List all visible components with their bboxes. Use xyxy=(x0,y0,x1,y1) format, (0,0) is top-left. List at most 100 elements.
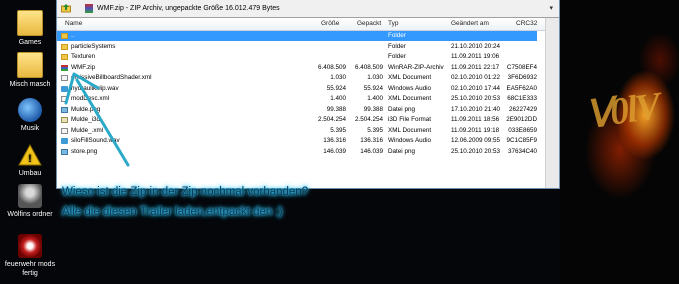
file-type: i3D File Format xyxy=(388,116,432,123)
folder-icon xyxy=(61,43,68,50)
file-name: WMF.zip xyxy=(71,63,96,71)
file-packed: 1.030 xyxy=(367,74,383,81)
file-modified: 17.10.2010 21:40 xyxy=(451,105,501,113)
file-name: siloFillSound.wav xyxy=(71,137,120,144)
file-type: XML Document xyxy=(388,74,432,81)
file-icon xyxy=(61,127,68,134)
file-size: 2.504.254 xyxy=(317,116,346,123)
folder-icon xyxy=(61,33,68,39)
file-modified: 25.10.2010 20:53 xyxy=(451,95,501,102)
file-packed: 146.039 xyxy=(360,147,383,155)
column-packed[interactable]: Gepackt xyxy=(357,18,381,30)
file-crc: 68C1E333 xyxy=(507,95,537,102)
file-size: 136.316 xyxy=(323,137,346,144)
file-name: emissiveBillboardShader.xml xyxy=(71,74,152,81)
file-type: Windows Audio xyxy=(388,84,432,92)
file-name: modDesc.xml xyxy=(71,95,110,102)
file-row[interactable]: siloFillSound.wav 136.316 136.316 Windows A… xyxy=(57,136,537,146)
file-row[interactable]: hydraulikklip.wav 55.924 55.924 Windows Aud… xyxy=(57,84,537,94)
folder-icon xyxy=(61,54,68,60)
file-size: 146.039 xyxy=(323,147,346,155)
file-name: Mulde_.xml xyxy=(71,126,104,134)
file-packed: 1.400 xyxy=(367,95,383,102)
vertical-scrollbar[interactable] xyxy=(545,18,559,188)
file-row[interactable]: Mulde_i3d 2.504.254 2.504.254 i3D File Form… xyxy=(57,115,537,125)
warning-icon: ! xyxy=(18,143,42,167)
desktop-icon-woelfins-ordner[interactable]: Wölfins ordner xyxy=(0,184,60,219)
file-crc: 9C1C85F9 xyxy=(506,137,537,144)
file-type: WinRAR-ZIP-Archiv xyxy=(388,63,444,71)
file-modified: 11.09.2011 19:18 xyxy=(451,126,500,134)
column-size[interactable]: Größe xyxy=(321,18,339,30)
file-row[interactable]: WMF.zip 6.408.509 6.408.509 WinRAR-ZIP-Arch… xyxy=(57,63,537,73)
file-crc: 26227429 xyxy=(508,105,537,113)
file-packed: 6.408.509 xyxy=(354,63,383,71)
desktop-icon-misch-masch[interactable]: Misch masch xyxy=(0,52,60,89)
file-type: XML Document xyxy=(388,95,432,102)
svg-text:!: ! xyxy=(28,153,32,165)
user-folder-icon xyxy=(18,184,42,208)
path-bar: WMF.zip - ZIP Archiv, ungepackte Größe 1… xyxy=(57,0,559,18)
chevron-down-icon[interactable]: ▾ xyxy=(549,0,553,17)
desktop-icon-label: Umbau xyxy=(18,170,42,177)
file-name: particleSystems xyxy=(71,42,116,50)
i3d-icon xyxy=(61,117,68,123)
file-size: 55.924 xyxy=(326,84,346,92)
file-row[interactable]: emissiveBillboardShader.xml 1.030 1.030 XML… xyxy=(57,73,537,83)
folder-icon xyxy=(17,52,43,78)
file-size: 99.388 xyxy=(326,105,346,113)
file-row[interactable]: Texturen Folder 11.09.2011 19:06 xyxy=(57,52,537,62)
png-icon xyxy=(61,148,68,155)
file-type: Datei png xyxy=(388,147,415,155)
desktop-icon-umbau[interactable]: ! Umbau xyxy=(0,143,60,178)
file-modified: 11.09.2011 22:17 xyxy=(451,63,500,71)
column-type[interactable]: Typ xyxy=(388,18,398,30)
desktop-icon-label: feuerwehr mods fertig xyxy=(4,261,56,277)
column-header: Name Größe Gepackt Typ Geändert am CRC32 xyxy=(57,18,559,31)
desktop-icon-musik[interactable]: Musik xyxy=(0,98,60,133)
file-row[interactable]: Mulde_.xml 5.395 5.395 XML Document 11.09.20… xyxy=(57,126,537,136)
file-icon xyxy=(61,96,68,102)
file-modified: 11.09.2011 18:56 xyxy=(451,116,500,123)
file-modified: 02.10.2010 17:44 xyxy=(451,84,501,92)
file-row[interactable]: particleSystems Folder 21.10.2010 20:24 xyxy=(57,42,537,52)
file-name: Mulde_i3d xyxy=(71,116,101,123)
file-type: Folder xyxy=(388,42,406,50)
file-row[interactable]: modDesc.xml 1.400 1.400 XML Document 25.10.2… xyxy=(57,94,537,104)
column-modified[interactable]: Geändert am xyxy=(451,18,489,30)
file-size: 1.030 xyxy=(330,74,346,81)
file-modified: 12.06.2009 09:55 xyxy=(451,137,501,144)
wav-icon xyxy=(61,138,68,144)
desktop-wallpaper xyxy=(560,0,679,284)
desktop-icon-label: Musik xyxy=(20,125,40,132)
file-crc: EA5F62A0 xyxy=(506,84,537,92)
desktop-icon-label: Wölfins ordner xyxy=(7,211,53,218)
file-crc: 37634C40 xyxy=(507,147,537,155)
desktop-icon-feuerwehr-mods[interactable]: feuerwehr mods fertig xyxy=(0,234,60,278)
file-row[interactable]: .. Folder xyxy=(57,31,537,41)
file-type: Datei png xyxy=(388,105,415,113)
desktop-icon-label: Games xyxy=(18,39,42,46)
file-icon xyxy=(61,75,68,81)
caption-line-2: Alle die diesen Trailer laden,entpackt d… xyxy=(62,206,283,218)
globe-music-icon xyxy=(18,98,42,122)
file-packed: 5.395 xyxy=(367,126,383,134)
file-row[interactable]: Mulde.png 99.388 99.388 Datei png 17.10.2010… xyxy=(57,105,537,115)
file-modified: 11.09.2011 19:06 xyxy=(451,53,500,60)
column-name[interactable]: Name xyxy=(65,18,82,30)
file-packed: 99.388 xyxy=(363,105,383,113)
zip-archive-icon xyxy=(85,4,93,13)
archive-path-text: WMF.zip - ZIP Archiv, ungepackte Größe 1… xyxy=(97,5,280,12)
file-crc: 3F6D6932 xyxy=(507,74,537,81)
file-type: Windows Audio xyxy=(388,137,432,144)
file-size: 6.408.509 xyxy=(317,63,346,71)
file-row[interactable]: store.png 146.039 146.039 Datei png 25.10.20… xyxy=(57,147,537,157)
column-crc[interactable]: CRC32 xyxy=(516,18,537,30)
file-crc: 2E9012DD xyxy=(506,116,537,123)
file-name: Texturen xyxy=(71,53,96,60)
file-crc: 033E8659 xyxy=(508,126,537,134)
folder-icon xyxy=(17,10,43,36)
file-modified: 21.10.2010 20:24 xyxy=(451,42,501,50)
desktop-icon-games[interactable]: Games xyxy=(0,10,60,47)
up-folder-icon[interactable] xyxy=(61,3,71,13)
